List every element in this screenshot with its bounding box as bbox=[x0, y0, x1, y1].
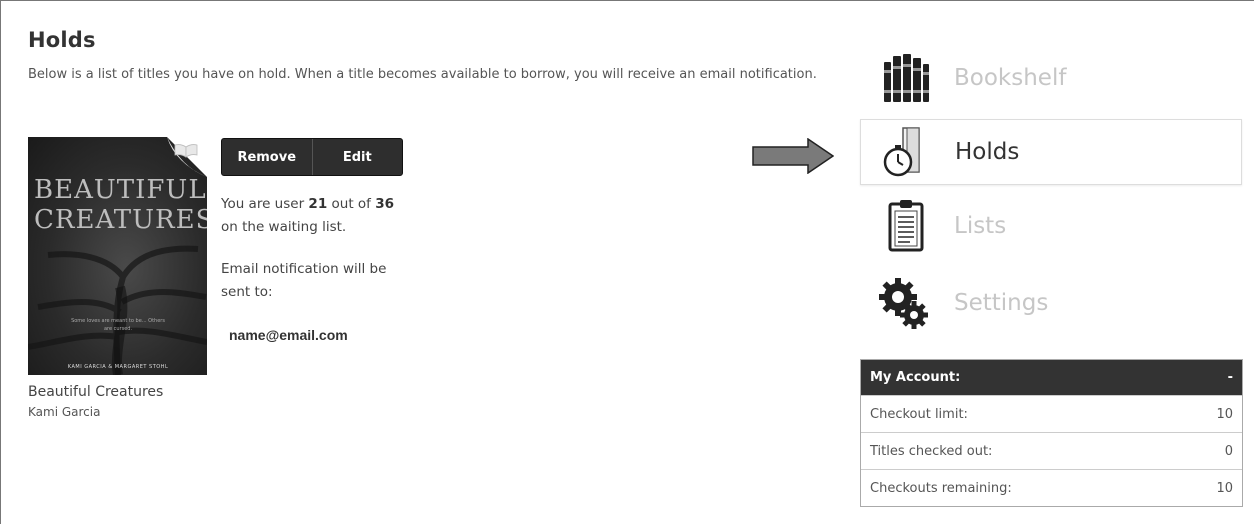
account-row-checkout-limit: Checkout limit: 10 bbox=[861, 395, 1242, 432]
page-curl-icon bbox=[167, 137, 207, 177]
bookshelf-icon bbox=[884, 54, 929, 102]
book-author[interactable]: Kami Garcia bbox=[28, 405, 100, 419]
holds-icon bbox=[883, 127, 920, 177]
my-account-header[interactable]: My Account: - bbox=[861, 360, 1242, 395]
nav-item-lists[interactable]: Lists bbox=[860, 193, 1242, 259]
book-cover[interactable]: BEAUTIFUL CREATURES Some loves are meant… bbox=[28, 137, 207, 375]
nav-label-bookshelf: Bookshelf bbox=[954, 65, 1067, 91]
settings-icon bbox=[879, 278, 928, 329]
page-title: Holds bbox=[28, 28, 96, 52]
notification-email: name@email.com bbox=[229, 327, 348, 343]
nav-label-settings: Settings bbox=[954, 290, 1049, 316]
edit-button[interactable]: Edit bbox=[313, 139, 403, 175]
hold-actions: Remove Edit bbox=[221, 138, 403, 176]
cover-title: BEAUTIFUL CREATURES bbox=[34, 175, 207, 235]
my-account-title: My Account: bbox=[870, 370, 961, 385]
collapse-toggle[interactable]: - bbox=[1228, 370, 1233, 385]
account-row-checkouts-remaining: Checkouts remaining: 10 bbox=[861, 469, 1242, 506]
pointer-arrow-icon bbox=[752, 138, 834, 174]
cover-authors: KAMI GARCIA & MARGARET STOHL bbox=[67, 364, 169, 370]
cover-tagline: Some loves are meant to be... Others are… bbox=[71, 318, 165, 332]
remove-button[interactable]: Remove bbox=[222, 139, 313, 175]
intro-text: Below is a list of titles you have on ho… bbox=[28, 67, 817, 82]
nav-item-bookshelf[interactable]: Bookshelf bbox=[860, 45, 1242, 111]
nav-item-holds[interactable]: Holds bbox=[860, 119, 1242, 185]
waitlist-position: You are user 21 out of 36 on the waiting… bbox=[221, 196, 395, 235]
nav-label-holds: Holds bbox=[955, 139, 1020, 165]
account-row-titles-checked-out: Titles checked out: 0 bbox=[861, 432, 1242, 469]
position-number: 21 bbox=[308, 196, 328, 212]
book-title[interactable]: Beautiful Creatures bbox=[28, 384, 163, 400]
total-number: 36 bbox=[375, 196, 395, 212]
lists-icon bbox=[888, 200, 924, 252]
my-account-panel: My Account: - Checkout limit: 10 Titles … bbox=[860, 359, 1243, 507]
nav-item-settings[interactable]: Settings bbox=[860, 270, 1242, 336]
notification-text: Email notification will be sent to: bbox=[221, 261, 387, 300]
nav-label-lists: Lists bbox=[954, 213, 1007, 239]
